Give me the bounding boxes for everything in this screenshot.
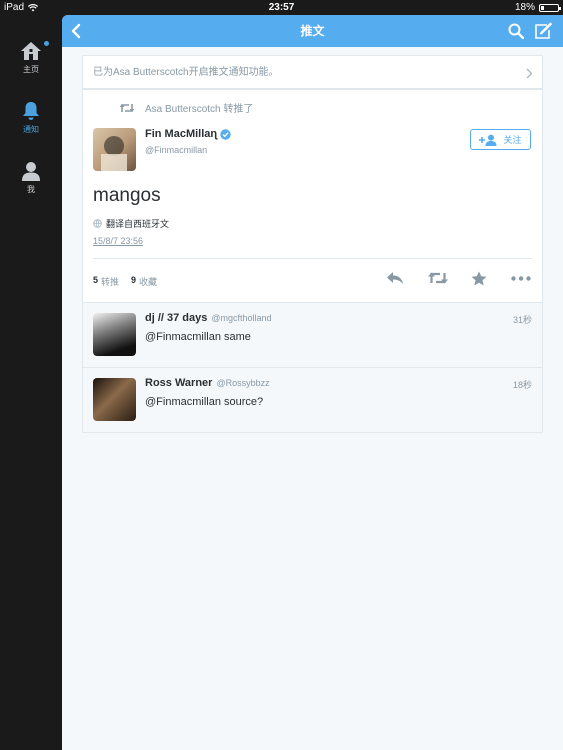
sidebar-item-label: 我 <box>27 185 35 194</box>
sidebar-item-label: 通知 <box>23 125 39 134</box>
reply-row[interactable]: dj // 37 days @mgcftholland 31秒 @Finmacm… <box>83 302 542 367</box>
reply-author-handle: @mgcftholland <box>211 313 272 323</box>
translate-link[interactable]: 翻译自西班牙文 <box>93 217 169 230</box>
tweet-text: mangos <box>93 185 161 206</box>
retweeted-by-text: Asa Butterscotch 转推了 <box>145 104 254 115</box>
sidebar-item-label: 主页 <box>23 65 39 74</box>
reply-text: @Finmacmillan same <box>145 331 251 343</box>
notification-enabled-banner[interactable]: 已为Asa Butterscotch开启推文通知功能。 <box>82 55 543 89</box>
banner-text: 已为Asa Butterscotch开启推文通知功能。 <box>93 67 279 78</box>
author-name-row: Fin MacMillaɳ <box>145 128 231 140</box>
sidebar-item-home[interactable]: 主页 <box>0 41 62 75</box>
navigation-bar: 推文 <box>62 15 563 47</box>
retweet-icon[interactable] <box>427 271 449 285</box>
search-icon[interactable] <box>508 23 524 39</box>
sidebar-item-notifications[interactable]: 通知 <box>0 101 62 135</box>
sidebar-item-me[interactable]: 我 <box>0 161 62 195</box>
verified-badge-icon <box>220 128 231 140</box>
retweet-count[interactable]: 5 <box>93 275 98 288</box>
add-user-icon <box>479 134 497 146</box>
translate-label: 翻译自西班牙文 <box>106 219 170 229</box>
favorite-count[interactable]: 9 <box>131 275 136 288</box>
follow-label: 关注 <box>503 135 522 145</box>
reply-time: 31秒 <box>512 315 532 325</box>
battery-icon <box>539 3 561 12</box>
reply-row[interactable]: Ross Warner @Rossybbzz 18秒 @Finmacmillan… <box>83 367 542 432</box>
reply-header: Ross Warner @Rossybbzz <box>145 377 270 389</box>
clock: 23:57 <box>268 2 295 13</box>
tweet-detail-card: Asa Butterscotch 转推了 Fin MacMillaɳ @Finm… <box>82 89 543 433</box>
reply-author-name[interactable]: dj // 37 days <box>145 312 207 324</box>
reply-header: dj // 37 days @mgcftholland <box>145 312 272 324</box>
favorite-count-label: 收藏 <box>139 277 158 287</box>
main-panel: 推文 已为Asa Butterscotch开启推文通知功能。 Asa Butte… <box>62 15 563 750</box>
compose-icon[interactable] <box>534 22 552 40</box>
person-icon <box>22 162 40 181</box>
reply-author-handle: @Rossybbzz <box>216 378 270 388</box>
reply-avatar[interactable] <box>93 378 136 421</box>
retweet-context: Asa Butterscotch 转推了 <box>119 100 253 115</box>
favorite-star-icon[interactable] <box>471 271 487 286</box>
retweet-count-label: 转推 <box>101 277 120 287</box>
chevron-right-icon <box>526 68 533 79</box>
battery-percent: 18% <box>514 2 535 13</box>
reply-author-name[interactable]: Ross Warner <box>145 377 212 389</box>
author-avatar[interactable] <box>93 128 136 171</box>
reply-avatar[interactable] <box>93 313 136 356</box>
reply-icon[interactable] <box>386 271 404 285</box>
sidebar: 主页 通知 我 <box>0 15 62 750</box>
tweet-stats: 5 转推 9 收藏 <box>93 275 157 288</box>
author-name[interactable]: Fin MacMillaɳ <box>145 128 217 140</box>
reply-text: @Finmacmillan source? <box>145 396 264 408</box>
page-title: 推文 <box>300 24 325 38</box>
author-handle: @Finmacmillan <box>145 145 208 155</box>
home-icon <box>21 42 41 60</box>
bell-icon <box>23 102 39 120</box>
unread-dot <box>44 41 49 46</box>
status-bar: iPad 23:57 18% <box>0 0 563 15</box>
globe-icon <box>93 219 102 228</box>
divider <box>93 258 532 259</box>
reply-time: 18秒 <box>512 380 532 390</box>
follow-button[interactable]: 关注 <box>470 129 531 150</box>
tweet-timestamp[interactable]: 15/8/7 23:56 <box>93 236 143 246</box>
more-options-icon[interactable] <box>511 276 531 281</box>
retweet-icon <box>119 103 135 112</box>
